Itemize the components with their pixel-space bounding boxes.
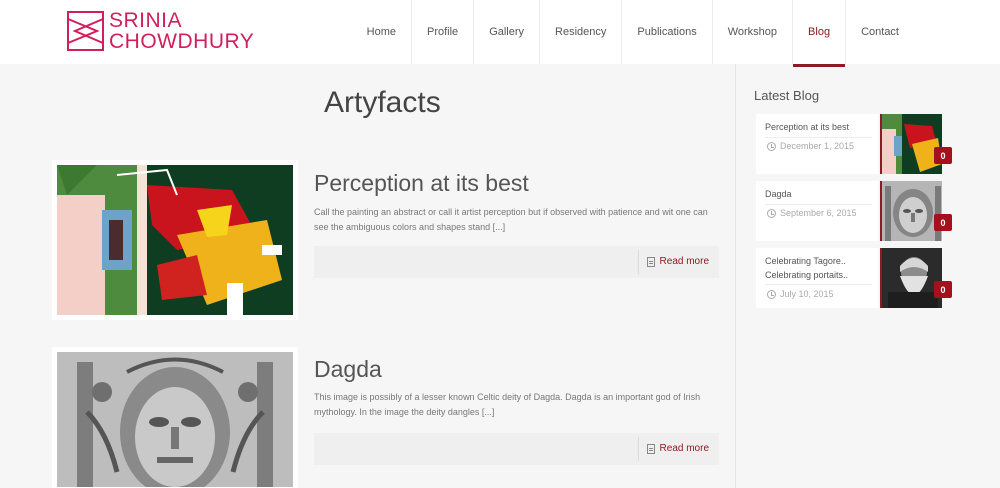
page-title: Artyfacts [324,86,441,119]
footer-divider [638,437,639,461]
comment-count-badge[interactable]: 0 [934,281,952,298]
post-title[interactable]: Dagda [314,356,382,383]
post-excerpt: This image is possibly of a lesser known… [314,392,701,417]
clock-icon [767,208,776,218]
nav-item-home[interactable]: Home [352,0,411,64]
latest-blog-thumbnail[interactable] [880,248,942,308]
latest-blog-title[interactable]: Dagda [765,187,873,201]
latest-blog-date: September 6, 2015 [767,208,857,218]
post-excerpt: Call the painting an abstract or call it… [314,207,708,232]
latest-blog-card: Dagda September 6, 2015 [756,181,878,241]
latest-blog-title[interactable]: Perception at its best [765,120,873,134]
sidebar-title: Latest Blog [754,88,820,103]
site-logo[interactable]: SRINIA CHOWDHURY [67,10,267,54]
tagore-portrait-thumb [882,248,942,308]
latest-blog-separator [765,204,872,205]
nav-item-gallery[interactable]: Gallery [473,0,539,64]
sidebar-divider [735,64,736,488]
dagda-relief-thumb [882,181,942,241]
clock-icon [767,289,776,299]
document-icon [646,256,655,267]
document-icon [646,443,655,454]
dagda-relief-image [57,352,293,487]
abstract-painting-thumb [882,114,942,174]
nav-item-profile[interactable]: Profile [411,0,473,64]
logo-text-line1: SRINIA [109,9,183,32]
latest-blog-date: July 10, 2015 [767,289,834,299]
latest-blog-card: Perception at its best December 1, 2015 [756,114,878,174]
latest-blog-separator [765,284,872,285]
latest-blog-item[interactable]: Perception at its best December 1, 2015 … [756,114,952,174]
logo-text-line2: CHOWDHURY [109,30,255,53]
abstract-painting-image [57,165,293,315]
post-footer: Read more [314,246,719,278]
post-thumbnail-dagda[interactable] [52,347,298,488]
post-thumbnail-abstract-painting[interactable] [52,160,298,320]
main-nav: Home Profile Gallery Residency Publicati… [352,0,914,67]
nav-item-publications[interactable]: Publications [621,0,711,64]
read-more-label: Read more [659,256,709,267]
latest-blog-separator [765,137,872,138]
latest-blog-thumbnail[interactable] [880,114,942,174]
latest-blog-card: Celebrating Tagore.. Celebrating portait… [756,248,878,308]
logo-mark-icon [67,11,104,51]
comment-count-badge[interactable]: 0 [934,214,952,231]
post-footer: Read more [314,433,719,465]
nav-item-blog[interactable]: Blog [792,0,846,67]
blog-post: Dagda This image is possibly of a lesser… [52,347,722,488]
latest-blog-thumbnail[interactable] [880,181,942,241]
latest-blog-title[interactable]: Celebrating Tagore.. Celebrating portait… [765,254,873,282]
read-more-label: Read more [659,443,709,454]
latest-blog-item[interactable]: Celebrating Tagore.. Celebrating portait… [756,248,952,308]
latest-blog-date-text: September 6, 2015 [780,208,857,218]
comment-count-badge[interactable]: 0 [934,147,952,164]
latest-blog-date-text: December 1, 2015 [780,141,855,151]
clock-icon [767,141,776,151]
read-more-link[interactable]: Read more [646,443,709,454]
site-header: SRINIA CHOWDHURY Home Profile Gallery Re… [0,0,1000,67]
nav-item-workshop[interactable]: Workshop [711,0,792,64]
nav-item-residency[interactable]: Residency [539,0,621,64]
post-title[interactable]: Perception at its best [314,170,529,197]
read-more-link[interactable]: Read more [646,256,709,267]
blog-post: Perception at its best Call the painting… [52,160,722,320]
latest-blog-date-text: July 10, 2015 [780,289,834,299]
footer-divider [638,250,639,274]
nav-item-contact[interactable]: Contact [845,0,914,64]
latest-blog-date: December 1, 2015 [767,141,854,151]
latest-blog-item[interactable]: Dagda September 6, 2015 0 [756,181,952,241]
